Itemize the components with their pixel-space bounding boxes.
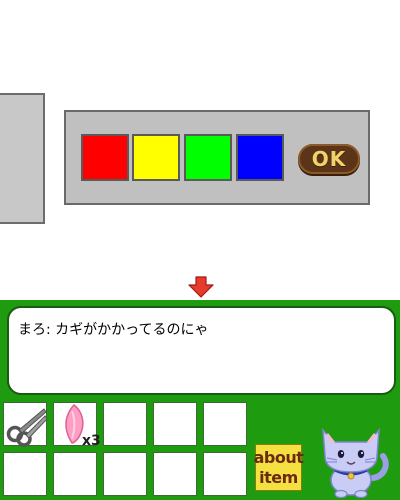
- inventory-slot-2[interactable]: x3: [53, 402, 101, 449]
- dialog-box: まろ: カギがかかってるのにゃ: [7, 306, 396, 395]
- inventory-slot-7[interactable]: [53, 452, 97, 496]
- inventory-slot-1[interactable]: [3, 402, 48, 447]
- yellow-color-button[interactable]: [132, 134, 180, 181]
- about-item-label-line2: item: [259, 467, 298, 487]
- inventory-slot-9[interactable]: [153, 452, 197, 496]
- side-panel[interactable]: [0, 93, 45, 224]
- ok-button[interactable]: OK: [298, 144, 360, 174]
- ok-button-label: OK: [311, 147, 347, 171]
- red-color-button[interactable]: [81, 134, 129, 181]
- inventory-slot-5[interactable]: [203, 402, 247, 446]
- blue-color-button[interactable]: [236, 134, 284, 181]
- cat-character-icon: [322, 427, 389, 498]
- inventory-slot-6[interactable]: [3, 452, 47, 496]
- about-item-label-line1: about: [253, 447, 304, 467]
- inventory-slot-4[interactable]: [153, 402, 197, 446]
- color-lock-panel: OK: [64, 110, 370, 205]
- inventory-slot-8[interactable]: [103, 452, 147, 496]
- item-count: x3: [82, 433, 101, 449]
- inventory-slot-10[interactable]: [203, 452, 247, 496]
- down-arrow-icon[interactable]: [188, 276, 214, 298]
- dialog-message: まろ: カギがかかってるのにゃ: [18, 322, 209, 338]
- inventory-slot-3[interactable]: [103, 402, 147, 446]
- green-color-button[interactable]: [184, 134, 232, 181]
- about-item-button[interactable]: about item: [253, 444, 304, 491]
- scissors-icon: [6, 408, 48, 447]
